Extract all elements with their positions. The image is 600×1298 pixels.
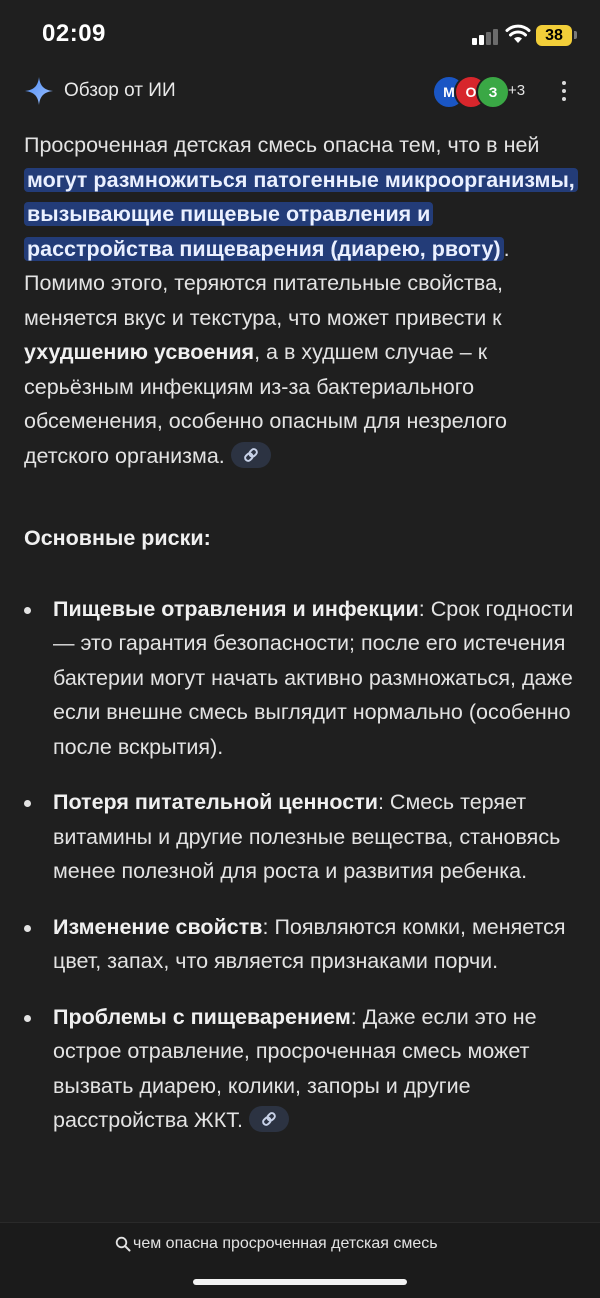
wifi-icon (505, 24, 531, 43)
highlighted-text[interactable]: могут размножиться патогенные микроорган… (24, 167, 578, 261)
list-item: Потеря питательной ценности: Смесь теряе… (24, 785, 580, 889)
ai-overview-header: Обзор от ИИ М О З +3 (0, 70, 600, 112)
source-link-button[interactable] (249, 1106, 289, 1132)
search-icon (115, 1236, 131, 1252)
source-link-button[interactable] (230, 441, 271, 468)
list-item: Проблемы с пищеварением: Даже если это н… (24, 1000, 580, 1138)
more-vert-icon[interactable] (558, 78, 570, 104)
battery-level: 38 (536, 25, 572, 46)
search-query[interactable]: чем опасна просроченная детская смесь (133, 1235, 438, 1253)
list-item: Изменение свойств: Появляются комки, мен… (24, 910, 580, 979)
sparkle-icon (25, 77, 53, 105)
source-avatars[interactable]: М О З (432, 75, 512, 109)
section-title: Основные риски: (24, 526, 211, 550)
list-item-title: Изменение свойств (53, 914, 263, 939)
bullet-dot (24, 606, 31, 614)
status-bar: 02:09 38 (0, 0, 600, 70)
ai-overview-content: Просроченная детская смесь опасна тем, ч… (24, 128, 580, 1159)
list-item-title: Проблемы с пищеварением (53, 1004, 351, 1029)
intro-paragraph: Просроченная детская смесь опасна тем, ч… (24, 128, 580, 473)
list-item-title: Пищевые отравления и инфекции (53, 596, 419, 621)
bottom-search-bar[interactable]: чем опасна просроченная детская смесь (0, 1222, 600, 1298)
list-item-title: Потеря питательной ценности (53, 790, 378, 814)
ai-overview-title: Обзор от ИИ (64, 80, 176, 101)
bullet-dot (24, 800, 31, 807)
bullet-dot (24, 1014, 31, 1022)
bullet-dot (24, 924, 31, 932)
list-item: Пищевые отравления и инфекции: Срок годн… (24, 592, 580, 765)
bold-text: ухудшению усвоения (24, 340, 255, 364)
battery-tip (574, 31, 577, 39)
signal-icon (472, 27, 500, 45)
link-icon (262, 1112, 276, 1126)
source-avatar[interactable]: З (476, 75, 510, 109)
more-sources-count[interactable]: +3 (508, 82, 525, 99)
status-time: 02:09 (42, 20, 106, 47)
link-icon (243, 447, 258, 462)
home-indicator[interactable] (193, 1279, 407, 1285)
intro-text: Просроченная детская смесь опасна тем, ч… (24, 133, 540, 157)
risks-list: Пищевые отравления и инфекции: Срок годн… (24, 592, 580, 1138)
